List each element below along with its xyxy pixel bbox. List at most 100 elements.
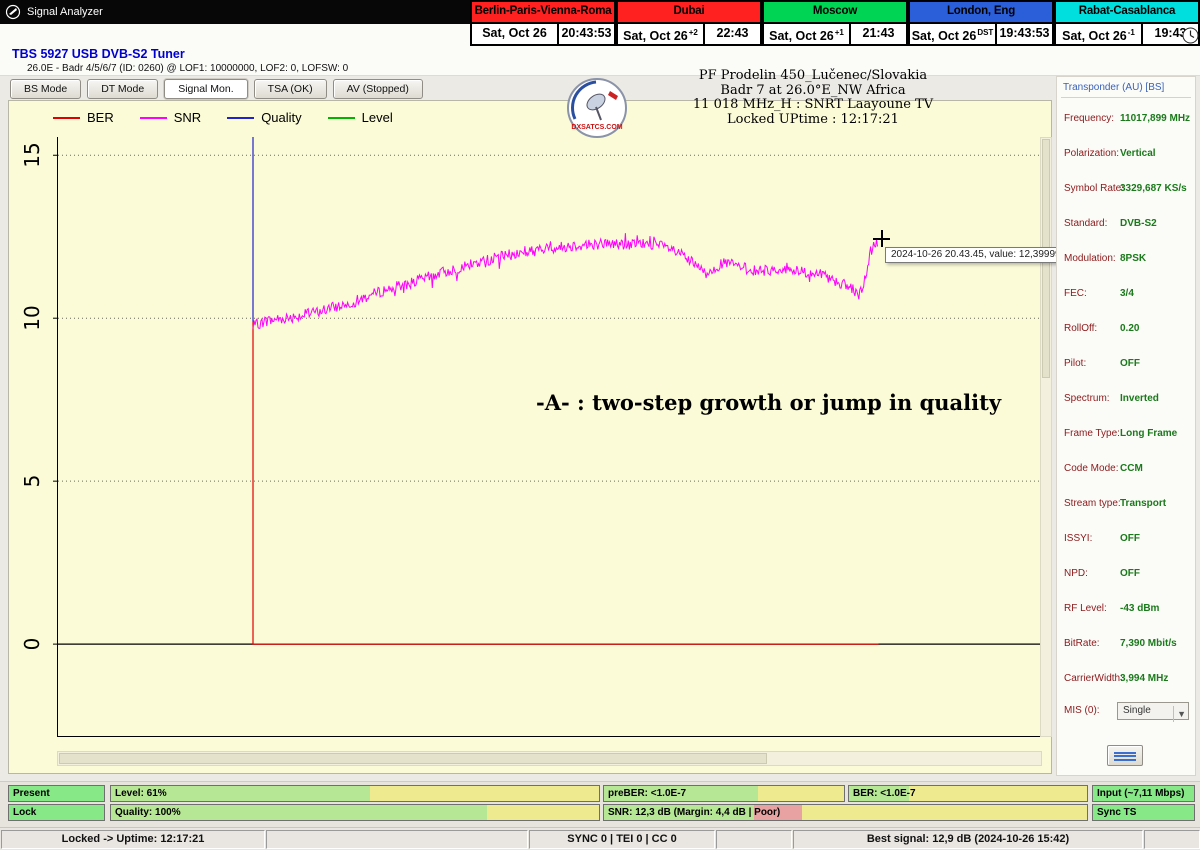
- legend-item-snr: SNR: [140, 110, 201, 125]
- param-label: Frequency:: [1064, 113, 1114, 124]
- meter-segment: [370, 786, 599, 801]
- transponder-row: RF Level:-43 dBm: [1057, 603, 1195, 617]
- status-label: Present: [13, 786, 50, 802]
- clock-date: Sat, Oct 26-1: [1054, 24, 1141, 46]
- series-ber: [253, 322, 879, 645]
- status-input: Input (~7,11 Mbps): [1092, 785, 1195, 802]
- transponder-row: Standard: DVB-S2: [1057, 218, 1195, 232]
- statusbar-best-signal: Best signal: 12,9 dB (2024-10-26 15:42): [793, 830, 1143, 849]
- param-label: RollOff:: [1064, 323, 1097, 334]
- tab-dt-mode[interactable]: DT Mode: [87, 79, 158, 99]
- clock-panel: DubaiSat, Oct 26+222:43: [616, 0, 762, 46]
- param-label: Spectrum:: [1064, 393, 1110, 404]
- y-tick-label: 0: [21, 624, 43, 664]
- status-preber: preBER: <1.0E-7: [603, 785, 845, 802]
- clock-city-label: Berlin-Paris-Vienna-Roma: [470, 0, 616, 24]
- site-header-line2: Badr 7 at 26.0°E_NW Africa: [608, 84, 1018, 99]
- clock-panel: MoscowSat, Oct 26+121:43: [762, 0, 908, 46]
- site-header-line3: 11 018 MHz_H : SNRT Laayoune TV: [608, 98, 1018, 113]
- param-label: Frame Type:: [1064, 428, 1120, 439]
- param-label: NPD:: [1064, 568, 1088, 579]
- param-value: 8PSK: [1120, 253, 1146, 264]
- legend-swatch: [227, 117, 254, 119]
- param-value: Vertical: [1120, 148, 1156, 159]
- legend-label: BER: [87, 110, 114, 125]
- sidebar-action-button[interactable]: [1107, 745, 1143, 766]
- param-value: 3/4: [1120, 288, 1134, 299]
- hscroll-thumb[interactable]: [59, 753, 767, 764]
- clock-city-label: Rabat-Casablanca: [1054, 0, 1200, 24]
- menu-lines-icon: [1114, 752, 1136, 754]
- world-clocks: Berlin-Paris-Vienna-RomaSat, Oct 2620:43…: [470, 0, 1200, 46]
- plot-area[interactable]: [57, 137, 1042, 737]
- mis-select[interactable]: Single ▼: [1117, 702, 1189, 720]
- param-label: BitRate:: [1064, 638, 1100, 649]
- param-value: 11017,899 MHz: [1120, 113, 1190, 124]
- clock-time-row: Sat, Oct 26DST19:43:53: [908, 24, 1054, 46]
- param-value: 0.20: [1120, 323, 1139, 334]
- clock-time: 22:43: [703, 24, 762, 46]
- status-level: Level: 61%: [110, 785, 600, 802]
- legend-label: SNR: [174, 110, 201, 125]
- param-label: CarrierWidth:: [1064, 673, 1123, 684]
- y-tick-label: 15: [21, 135, 43, 175]
- horizontal-scrollbar[interactable]: [57, 751, 1042, 766]
- status-meters: Present Level: 61% preBER: <1.0E-7 BER: <1.…: [0, 781, 1200, 827]
- transponder-row: FEC: 3/4: [1057, 288, 1195, 302]
- param-value: CCM: [1120, 463, 1143, 474]
- chart-annotation: -A- : two-step growth or jump in quality: [536, 390, 1001, 415]
- statusbar-empty: [266, 830, 528, 849]
- clock-panel: Berlin-Paris-Vienna-RomaSat, Oct 2620:43…: [470, 0, 616, 46]
- transponder-row: ISSYI:OFF: [1057, 533, 1195, 547]
- status-label: Level: 61%: [115, 786, 167, 802]
- clock-panel: London, EngSat, Oct 26DST19:43:53: [908, 0, 1054, 46]
- statusbar-uptime: Locked -> Uptime: 12:17:21: [1, 830, 265, 849]
- status-label: Sync TS: [1097, 805, 1136, 821]
- param-value: 7,390 Mbit/s: [1120, 638, 1177, 649]
- divider: [1061, 97, 1191, 98]
- status-present: Present: [8, 785, 105, 802]
- vertical-scrollbar[interactable]: [1040, 137, 1052, 737]
- transponder-row: Polarization:Vertical: [1057, 148, 1195, 162]
- tuner-title: TBS 5927 USB DVB-S2 Tuner: [12, 47, 185, 61]
- param-value: DVB-S2: [1120, 218, 1157, 229]
- status-label: BER: <1.0E-7: [853, 786, 916, 802]
- status-quality: Quality: 100%: [110, 804, 600, 821]
- clock-date: Sat, Oct 26: [470, 24, 557, 46]
- meter-segment: [487, 805, 599, 820]
- status-lock: Lock: [8, 804, 105, 821]
- statusbar-empty: [716, 830, 792, 849]
- transponder-header: Transponder (AU) [BS]: [1063, 82, 1164, 93]
- legend-item-ber: BER: [53, 110, 114, 125]
- clock-city-label: London, Eng: [908, 0, 1054, 24]
- param-label: Code Mode:: [1064, 463, 1118, 474]
- clock-tz-label: +1: [835, 28, 844, 37]
- app-icon: [5, 4, 21, 20]
- clock-time-row: Sat, Oct 2620:43:53: [470, 24, 616, 46]
- param-label: Symbol Rate:: [1064, 183, 1124, 194]
- clock-tz-label: -1: [1128, 28, 1135, 37]
- param-label: FEC:: [1064, 288, 1087, 299]
- site-header-line1: PF Prodelin 450_Lučenec/Slovakia: [608, 69, 1018, 84]
- clock-time-row: Sat, Oct 26+121:43: [762, 24, 908, 46]
- tab-tsa-ok-[interactable]: TSA (OK): [254, 79, 327, 99]
- legend-label: Quality: [261, 110, 301, 125]
- series-snr: [253, 233, 878, 329]
- mis-selected-value: Single: [1123, 705, 1151, 716]
- param-label: Standard:: [1064, 218, 1107, 229]
- legend-label: Level: [362, 110, 393, 125]
- meter-segment: [758, 786, 844, 801]
- legend-swatch: [53, 117, 80, 119]
- chevron-down-icon: ▼: [1173, 706, 1186, 722]
- transponder-row: RollOff: 0.20: [1057, 323, 1195, 337]
- transponder-row: CarrierWidth:3,994 MHz: [1057, 673, 1195, 687]
- tab-av-stopped-[interactable]: AV (Stopped): [333, 79, 423, 99]
- statusbar-sync: SYNC 0 | TEI 0 | CC 0: [529, 830, 715, 849]
- tab-signal-mon-[interactable]: Signal Mon.: [164, 79, 247, 99]
- transponder-row: Modulation:8PSK: [1057, 253, 1195, 267]
- tab-bs-mode[interactable]: BS Mode: [10, 79, 81, 99]
- transponder-row: NPD:OFF: [1057, 568, 1195, 582]
- transponder-row: Frame Type:Long Frame: [1057, 428, 1195, 442]
- clock-time: 21:43: [849, 24, 908, 46]
- transponder-row: Spectrum:Inverted: [1057, 393, 1195, 407]
